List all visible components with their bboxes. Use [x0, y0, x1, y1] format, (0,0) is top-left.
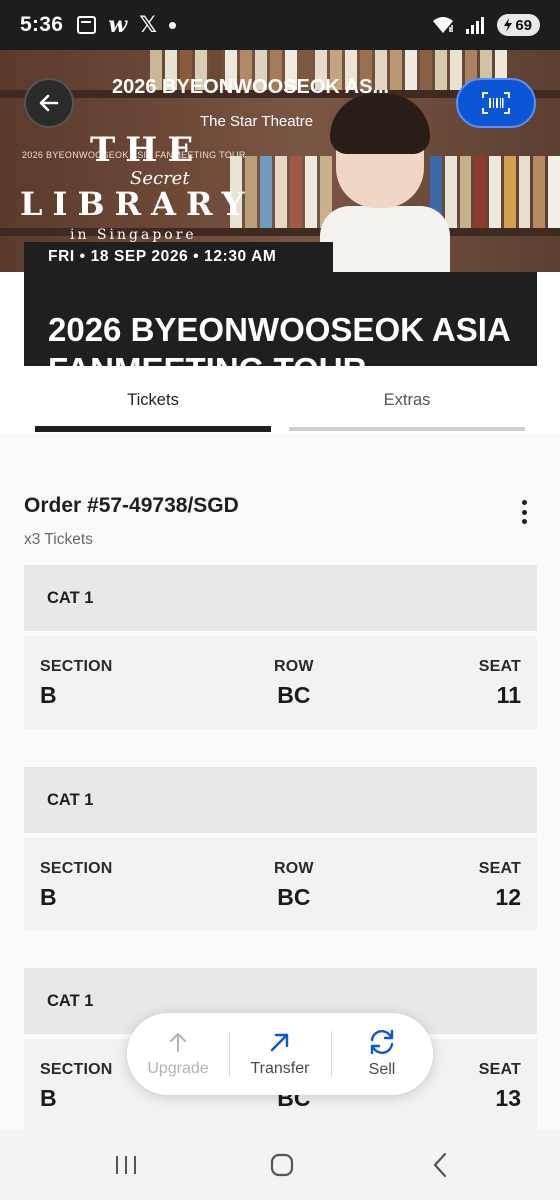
section-value: B — [40, 884, 57, 910]
seat-value: 12 — [495, 884, 521, 910]
status-bar: 5:36 w 𝕏 69 — [0, 0, 560, 50]
barcode-scan-button[interactable] — [456, 78, 536, 128]
event-title-card: 2026 BYEONWOOSEOK ASIA FANMEETING TOUR — [24, 272, 537, 368]
w-app-icon: w — [108, 12, 128, 38]
ticket-tabs: Tickets Extras — [0, 366, 560, 434]
header-venue: The Star Theatre — [200, 113, 314, 130]
charging-bolt-icon — [504, 18, 513, 32]
status-time: 5:36 — [20, 13, 64, 36]
home-button[interactable] — [262, 1150, 302, 1180]
seat-label: SEAT — [478, 860, 521, 877]
seat-value: 11 — [496, 682, 521, 708]
ticket-card[interactable]: CAT 1 SECTION B ROW BC SEAT 11 — [24, 565, 537, 729]
barcode-icon — [482, 92, 510, 114]
system-navigation-bar — [0, 1130, 560, 1200]
artist-photo — [320, 88, 450, 272]
section-value: B — [40, 1085, 57, 1111]
status-notification-icons: w 𝕏 — [77, 14, 176, 36]
back-nav-button[interactable] — [420, 1150, 460, 1180]
x-icon: 𝕏 — [139, 12, 157, 37]
event-title: 2026 BYEONWOOSEOK ASIA FANMEETING TOUR — [48, 311, 510, 368]
tab-active-indicator — [35, 426, 271, 432]
section-label: SECTION — [40, 1061, 113, 1078]
row-label: ROW — [274, 658, 314, 675]
wifi-icon — [433, 17, 454, 33]
header-event-title: 2026 BYEONWOOSEOK AS... — [112, 76, 390, 98]
seat-value: 13 — [495, 1085, 521, 1111]
tab-inactive-indicator — [289, 427, 525, 431]
transfer-button[interactable]: Transfer — [229, 1013, 331, 1095]
ticket-category: CAT 1 — [24, 767, 537, 833]
chevron-left-icon — [433, 1152, 447, 1178]
sell-button[interactable]: Sell — [331, 1013, 433, 1095]
seat-label: SEAT — [478, 658, 521, 675]
signal-icon — [466, 17, 485, 34]
tab-tickets[interactable]: Tickets — [35, 366, 271, 434]
event-date-time: FRI • 18 SEP 2026 • 12:30 AM — [24, 242, 333, 272]
sell-label: Sell — [368, 1061, 396, 1078]
section-value: B — [40, 682, 57, 708]
refresh-icon — [370, 1029, 394, 1055]
recent-apps-button[interactable] — [106, 1150, 146, 1180]
recent-apps-icon — [116, 1156, 136, 1174]
arrow-up-right-icon — [270, 1033, 289, 1052]
ticket-seat-details: SECTION B ROW BC SEAT 12 — [24, 838, 537, 931]
row-label: ROW — [274, 860, 314, 877]
ticket-seat-details: SECTION B ROW BC SEAT 11 — [24, 636, 537, 729]
seat-label: SEAT — [478, 1061, 521, 1078]
battery-icon: 69 — [497, 14, 540, 36]
order-number: Order #57-49738/SGD — [24, 494, 239, 517]
home-icon — [270, 1153, 294, 1177]
ticket-category: CAT 1 — [24, 565, 537, 631]
row-value: BC — [277, 682, 311, 708]
ticket-action-bar: Upgrade Transfer Sell — [127, 1013, 433, 1095]
battery-level: 69 — [515, 16, 532, 34]
row-value: BC — [277, 884, 311, 910]
arrow-left-icon — [39, 94, 59, 112]
ticket-card[interactable]: CAT 1 SECTION B ROW BC SEAT 12 — [24, 767, 537, 931]
more-options-icon[interactable] — [514, 500, 534, 524]
calendar-icon — [77, 16, 97, 34]
tab-extras[interactable]: Extras — [289, 366, 525, 434]
section-label: SECTION — [40, 860, 113, 877]
upgrade-label: Upgrade — [147, 1060, 209, 1077]
event-poster-artwork: THE Secret LIBRARY in Singapore — [20, 130, 255, 243]
notification-dot-icon — [168, 21, 176, 29]
section-label: SECTION — [40, 658, 113, 675]
ticket-count: x3 Tickets — [24, 531, 93, 548]
upgrade-button[interactable]: Upgrade — [127, 1013, 229, 1095]
arrow-up-icon — [170, 1033, 186, 1052]
status-system-icons: 69 — [431, 14, 540, 36]
back-button[interactable] — [24, 78, 74, 128]
transfer-label: Transfer — [250, 1060, 310, 1077]
